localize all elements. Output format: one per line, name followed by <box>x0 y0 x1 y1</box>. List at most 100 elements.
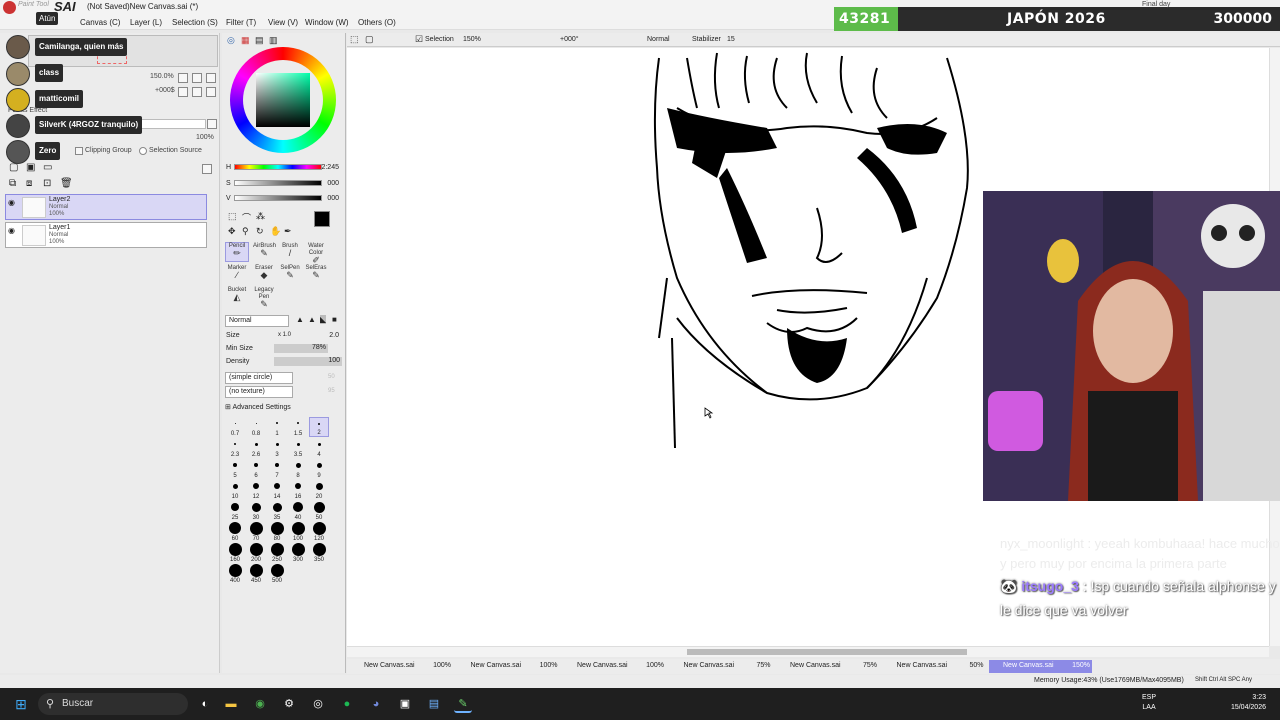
color-sv-box[interactable] <box>256 73 310 127</box>
selection-source-radio[interactable] <box>139 147 147 155</box>
brush-size-option[interactable]: 16 <box>288 480 308 500</box>
lasso-icon[interactable]: ⌒ <box>242 211 251 224</box>
brush-size-option[interactable]: 25 <box>225 501 245 521</box>
brush-size-option[interactable]: 8 <box>288 459 308 479</box>
rotation-angle[interactable]: +000° <box>560 36 579 43</box>
horizontal-scrollbar[interactable] <box>347 646 1269 657</box>
menu-atun[interactable]: Atún <box>36 12 59 25</box>
menu-filter[interactable]: Filter (T) <box>226 18 256 27</box>
advanced-settings-toggle[interactable]: ⊞ Advanced Settings <box>225 403 291 411</box>
brush-shape-select[interactable]: (simple circle) <box>225 372 293 384</box>
spotify-icon[interactable]: ● <box>338 695 356 713</box>
min-size-slider[interactable]: 78% <box>274 344 328 353</box>
brush-size-option[interactable]: 10 <box>225 480 245 500</box>
brush-size-option[interactable]: 20 <box>309 480 329 500</box>
size-value[interactable]: 2.0 <box>329 332 339 339</box>
brush-texture-select[interactable]: (no texture) <box>225 386 293 398</box>
canvas-tab[interactable]: New Canvas.sai 75% <box>670 660 773 673</box>
menu-layer[interactable]: Layer (L) <box>130 18 162 27</box>
brush-size-option[interactable]: 30 <box>246 501 266 521</box>
file-explorer-icon[interactable]: ▬ <box>222 695 240 713</box>
obs-icon[interactable]: ◎ <box>309 695 327 713</box>
tool-seleras[interactable]: SelEras ✎ <box>304 264 328 284</box>
brush-size-option[interactable]: 60 <box>225 522 245 542</box>
layer-panel-option-button[interactable] <box>202 164 212 174</box>
brush-size-option[interactable]: 40 <box>288 501 308 521</box>
visibility-eye-icon[interactable]: ◉ <box>8 226 15 235</box>
rotate-icon[interactable]: ↻ <box>256 226 264 237</box>
move-icon[interactable]: ✥ <box>228 226 236 237</box>
new-folder-icon[interactable]: ▭ <box>43 162 52 173</box>
stabilizer-value[interactable]: 15 <box>727 36 735 43</box>
canvas-tab[interactable]: New Canvas.sai 150% <box>989 660 1092 673</box>
eyedropper-icon[interactable]: ✒ <box>284 226 292 237</box>
brush-size-option[interactable]: 50 <box>309 501 329 521</box>
magic-wand-icon[interactable]: ⁂ <box>256 211 265 222</box>
tool-pencil[interactable]: Pencil ✏ <box>225 242 249 262</box>
zoom-reset-button[interactable] <box>206 73 216 83</box>
brush-size-option[interactable]: 2 <box>309 417 329 437</box>
brush-size-option[interactable]: 400 <box>225 563 245 584</box>
brush-size-option[interactable]: 80 <box>267 521 287 542</box>
brush-size-option[interactable]: 5 <box>225 459 245 479</box>
clear-layer-icon[interactable]: ⊡ <box>43 178 51 189</box>
tool-airbrush[interactable]: AirBrush ✎ <box>252 242 276 262</box>
selection-checkbox[interactable]: ☑ <box>415 34 423 45</box>
search-box[interactable]: ⚲ Buscar <box>38 693 188 715</box>
size-multiplier[interactable]: x 1.0 <box>278 332 291 338</box>
hue-slider[interactable] <box>234 164 322 170</box>
chrome-icon[interactable]: ◉ <box>251 695 269 713</box>
brush-size-option[interactable]: 500 <box>267 563 287 584</box>
tool-watercolor[interactable]: Water Color ✐ <box>304 242 328 265</box>
tool-marker[interactable]: Marker ∕ <box>225 264 249 284</box>
brush-size-option[interactable]: 120 <box>309 521 329 542</box>
scrollbar-thumb[interactable] <box>687 649 967 655</box>
brush-size-option[interactable]: 200 <box>246 542 266 563</box>
delete-layer-icon[interactable]: 🗑 <box>60 178 73 189</box>
menu-others[interactable]: Others (O) <box>358 18 396 27</box>
menu-window[interactable]: Window (W) <box>305 18 349 27</box>
saturation-slider[interactable] <box>234 180 322 186</box>
menu-selection[interactable]: Selection (S) <box>172 18 218 27</box>
rotate-left-button[interactable] <box>178 87 188 97</box>
blending-dropdown[interactable] <box>207 119 217 129</box>
canvas-tab[interactable]: New Canvas.sai 100% <box>457 660 560 673</box>
brush-edge-options[interactable]: ▲ ▲ ◣ ■ <box>296 315 344 326</box>
brush-size-option[interactable]: 3 <box>267 438 287 458</box>
tool-selpen[interactable]: SelPen ✎ <box>278 264 302 284</box>
brush-size-option[interactable]: 12 <box>246 480 266 500</box>
brush-size-option[interactable]: 0.8 <box>246 417 266 437</box>
task-view-icon[interactable]: ◐ <box>196 695 214 713</box>
brush-size-option[interactable]: 300 <box>288 542 308 563</box>
layer-row-layer1[interactable]: ◉ Layer1 Normal 100% <box>5 222 207 248</box>
hand-icon[interactable]: ✋ <box>270 226 281 237</box>
select-all-icon[interactable]: ⬚ <box>350 34 359 45</box>
zoom-level[interactable]: 150% <box>463 36 481 43</box>
brush-size-option[interactable]: 0.7 <box>225 417 245 437</box>
canvas-tab[interactable]: New Canvas.sai 75% <box>776 660 879 673</box>
brush-size-option[interactable]: 450 <box>246 563 266 584</box>
brush-size-option[interactable]: 3.5 <box>288 438 308 458</box>
zoom-in-button[interactable] <box>178 73 188 83</box>
brush-size-option[interactable]: 160 <box>225 542 245 563</box>
brush-size-option[interactable]: 9 <box>309 459 329 479</box>
select-rect-icon[interactable]: ⬚ <box>228 211 237 222</box>
discord-icon[interactable]: ◕ <box>367 695 385 713</box>
brush-size-option[interactable]: 6 <box>246 459 266 479</box>
transfer-down-icon[interactable]: ⧉ <box>9 178 16 189</box>
paint-tool-sai-icon[interactable]: ✎ <box>454 695 472 713</box>
brush-size-option[interactable]: 35 <box>267 501 287 521</box>
clipping-group-checkbox[interactable] <box>75 147 83 155</box>
new-linework-layer-icon[interactable]: ▣ <box>26 162 35 173</box>
brush-size-option[interactable]: 4 <box>309 438 329 458</box>
value-slider[interactable] <box>234 195 322 201</box>
tool-bucket[interactable]: Bucket ◭ <box>225 286 249 306</box>
brush-size-option[interactable]: 1 <box>267 417 287 437</box>
canvas-tab[interactable]: New Canvas.sai 100% <box>563 660 666 673</box>
brush-size-option[interactable]: 70 <box>246 521 266 542</box>
app-icon[interactable]: ▣ <box>396 695 414 713</box>
layer-row-layer2[interactable]: ◉ Layer2 Normal 100% <box>5 194 207 220</box>
brush-size-option[interactable]: 100 <box>288 521 308 542</box>
foreground-color-swatch[interactable] <box>314 211 330 227</box>
brush-size-option[interactable]: 350 <box>309 542 329 563</box>
